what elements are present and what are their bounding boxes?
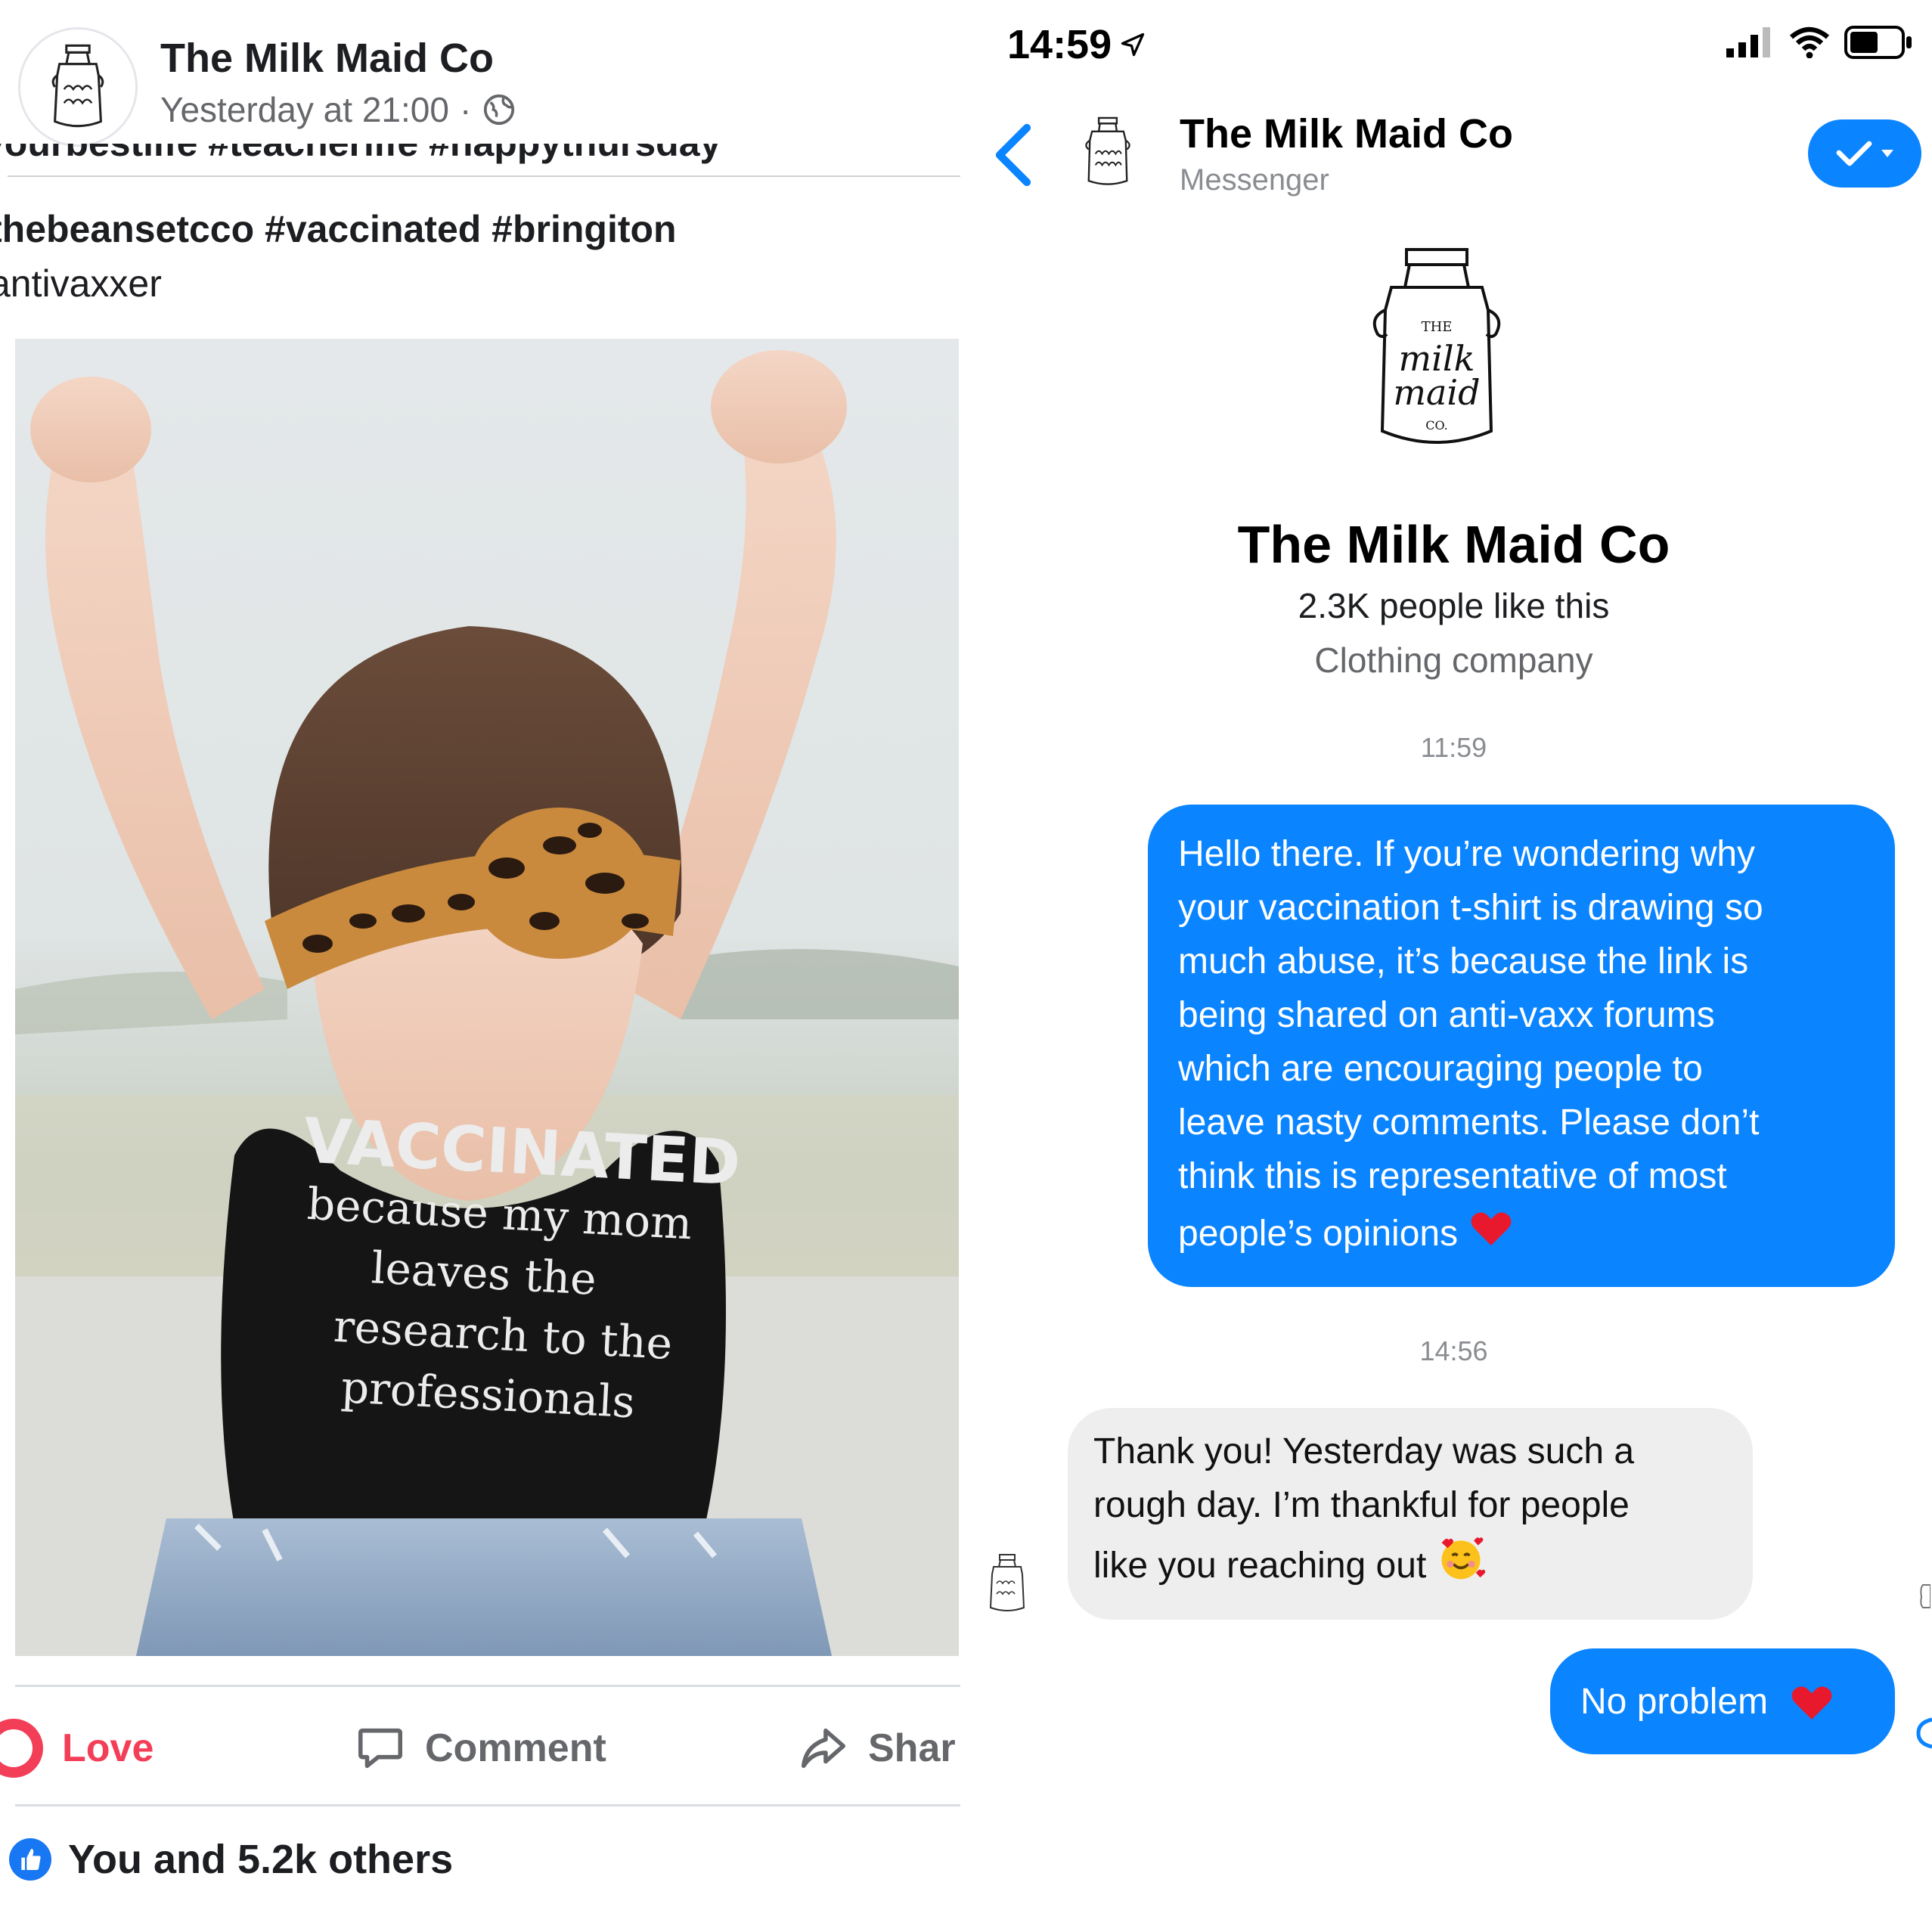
status-bar: 14:59 <box>975 21 1932 82</box>
milk-can-logo-icon <box>989 1554 1025 1611</box>
caption-line: antivaxxer <box>0 262 162 305</box>
message-line: rough day. I’m thankful for people <box>1093 1485 1630 1525</box>
profile-logo: THE milk maid CO. <box>1361 242 1512 469</box>
sender-avatar[interactable] <box>985 1552 1030 1615</box>
post-header: The Milk Maid Co Yesterday at 21:00 · <box>18 23 956 147</box>
battery-icon <box>1844 26 1914 59</box>
milk-can-logo-icon <box>1085 116 1130 185</box>
message-line-with-emoji: like you reaching out <box>1093 1532 1727 1592</box>
message-line: people’s opinions <box>1178 1214 1459 1254</box>
share-icon <box>797 1722 850 1775</box>
outgoing-message-bubble[interactable]: Hello there. If you’re wondering why you… <box>1148 805 1895 1287</box>
milk-can-logo-icon <box>20 29 135 144</box>
status-time-text: 14:59 <box>1007 22 1112 67</box>
meta-separator: · <box>459 90 472 129</box>
posted-time[interactable]: Yesterday at 21:00 <box>160 89 449 130</box>
page-name[interactable]: The Milk Maid Co <box>160 35 494 82</box>
post-meta: Yesterday at 21:00 · <box>160 89 516 130</box>
facebook-post: The Milk Maid Co Yesterday at 21:00 · yo… <box>0 0 975 1932</box>
love-label: Love <box>62 1726 154 1770</box>
chevron-down-icon <box>1881 150 1893 157</box>
reactions-summary[interactable]: You and 5.2k others <box>9 1836 453 1883</box>
comment-button[interactable]: Comment <box>354 1710 606 1786</box>
divider <box>8 175 960 177</box>
message-line: which are encouraging people to <box>1178 1049 1703 1089</box>
conversation-subtitle: Messenger <box>1180 163 1329 197</box>
svg-text:maid: maid <box>1393 372 1480 413</box>
status-time: 14:59 <box>1007 21 1146 68</box>
page-avatar[interactable] <box>18 27 138 147</box>
conversation-name[interactable]: The Milk Maid Co <box>1180 110 1513 157</box>
message-text: No problem <box>1580 1681 1769 1722</box>
post-photo[interactable]: VACCINATED because my mom leaves the res… <box>15 339 959 1656</box>
message-line-with-emoji: people’s opinions <box>1178 1203 1866 1261</box>
reactions-text: You and 5.2k others <box>68 1837 454 1882</box>
divider <box>15 1804 960 1806</box>
svg-text:CO.: CO. <box>1425 418 1448 433</box>
messenger-conversation: 14:59 The Milk Maid Co Messenger THE mil… <box>975 0 1932 1932</box>
red-heart-icon <box>1467 1203 1515 1251</box>
outgoing-message-bubble[interactable]: No problem <box>1550 1648 1895 1754</box>
share-button[interactable]: Shar <box>797 1710 956 1786</box>
message-timestamp: 14:56 <box>1419 1335 1488 1366</box>
comment-label: Comment <box>425 1726 606 1770</box>
header-avatar[interactable] <box>1074 113 1142 192</box>
message-line: think this is representative of most <box>1178 1156 1727 1196</box>
divider <box>15 1685 960 1687</box>
verify-dropdown-button[interactable] <box>1808 119 1921 188</box>
message-timestamp: 11:59 <box>1420 732 1487 763</box>
read-receipt-avatar <box>1912 1582 1930 1611</box>
caption-line: thebeansetcco #vaccinated #bringiton <box>0 208 677 250</box>
profile-category: Clothing company <box>1314 640 1593 680</box>
message-line: like you reaching out <box>1093 1546 1427 1586</box>
message-line: your vaccination t-shirt is drawing so <box>1178 888 1763 928</box>
conversation-header: The Milk Maid Co Messenger <box>975 98 1932 212</box>
message-line: Thank you! Yesterday was such a <box>1093 1431 1635 1471</box>
smiling-face-with-hearts-icon <box>1435 1532 1487 1583</box>
like-icon <box>9 1838 51 1881</box>
signal-icon <box>1726 27 1775 57</box>
post-actions-bar: Love Comment Shar <box>0 1710 960 1794</box>
love-icon <box>0 1718 44 1778</box>
message-line: much abuse, it’s because the link is <box>1178 941 1749 982</box>
back-icon[interactable] <box>991 121 1036 189</box>
share-label: Shar <box>868 1726 956 1770</box>
status-icons <box>1726 26 1914 59</box>
caption-line: yourbestlife #teacherlife #happythursday <box>0 144 721 165</box>
post-caption: yourbestlife #teacherlife #happythursday… <box>0 144 960 318</box>
location-arrow-icon <box>1119 21 1146 68</box>
profile-likes: 2.3K people like this <box>1298 586 1610 625</box>
globe-icon <box>482 92 516 127</box>
wifi-icon <box>1788 26 1831 58</box>
message-line: leave nasty comments. Please don’t <box>1178 1102 1760 1143</box>
sent-status-icon <box>1915 1716 1932 1750</box>
profile-name[interactable]: The Milk Maid Co <box>975 514 1932 575</box>
message-line: Hello there. If you’re wondering why <box>1178 834 1756 874</box>
message-line: being shared on anti-vaxx forums <box>1178 995 1715 1035</box>
checkmark-icon <box>1836 141 1872 166</box>
red-heart-icon <box>1788 1677 1836 1726</box>
incoming-message-bubble[interactable]: Thank you! Yesterday was such a rough da… <box>1068 1408 1753 1620</box>
comment-icon <box>354 1722 407 1775</box>
love-button[interactable]: Love <box>0 1710 154 1786</box>
svg-text:THE: THE <box>1422 319 1453 335</box>
